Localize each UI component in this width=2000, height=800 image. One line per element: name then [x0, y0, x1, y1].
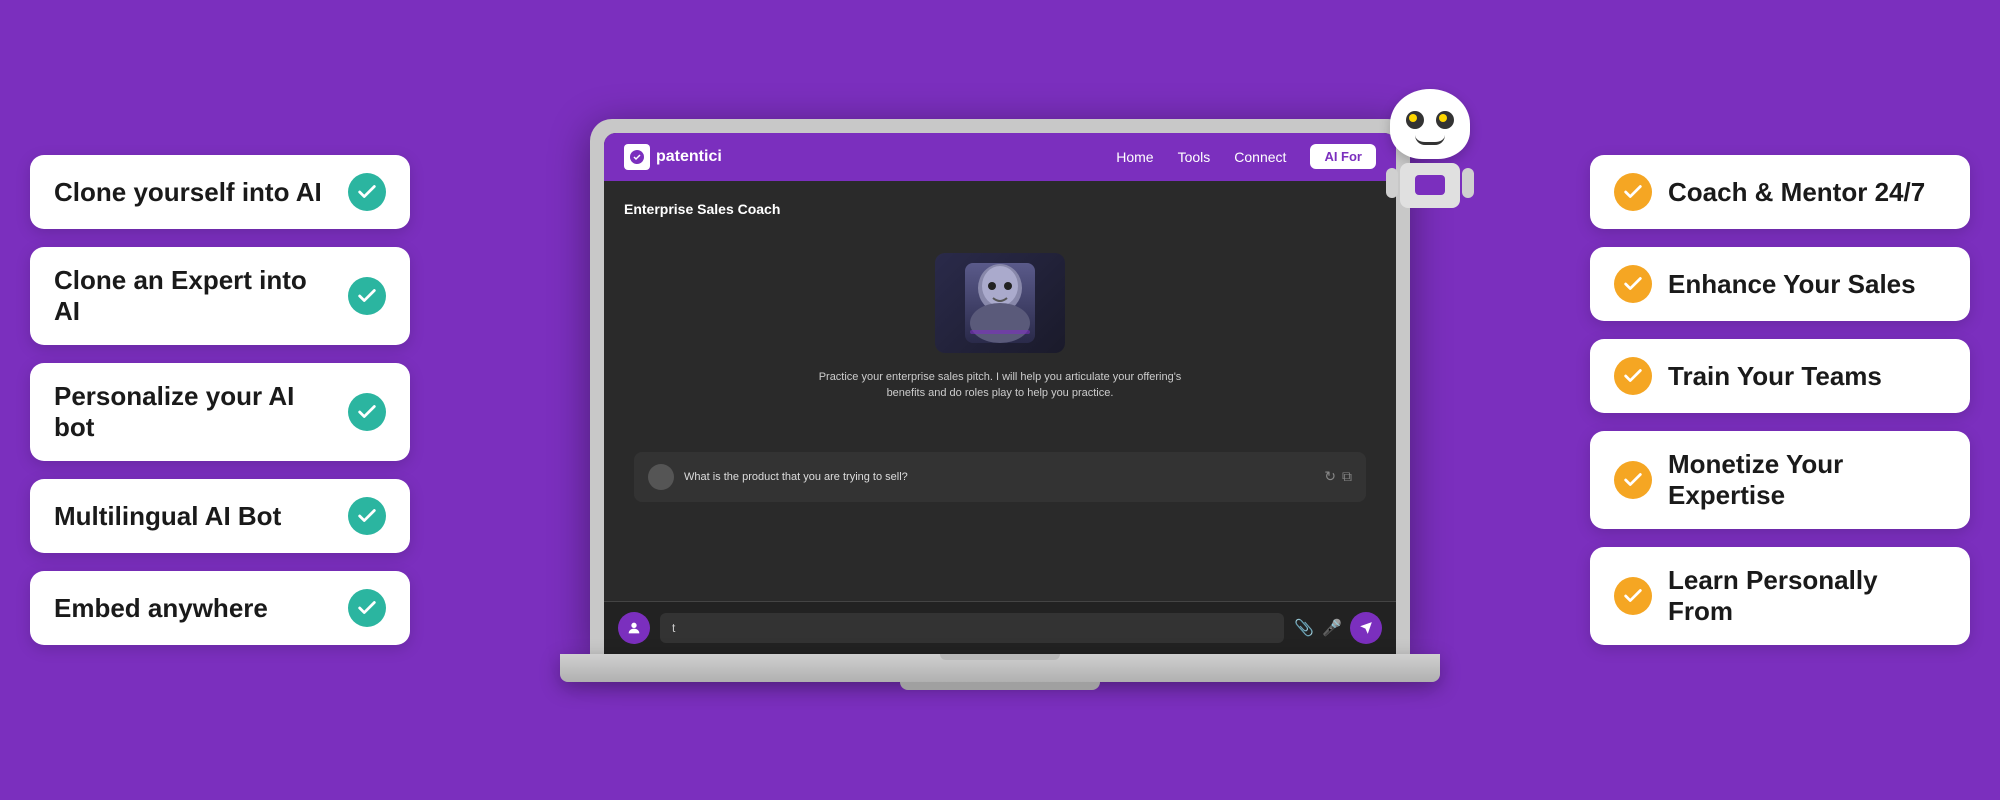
attachment-icon[interactable]: 📎 [1294, 618, 1314, 638]
agent-avatar-svg [960, 258, 1040, 348]
robot-left-eye [1406, 111, 1424, 129]
check-icon-clone-expert [348, 277, 386, 315]
check-icon-clone-yourself [348, 173, 386, 211]
feature-train-teams[interactable]: Train Your Teams [1590, 339, 1970, 413]
logo-icon [624, 144, 650, 170]
laptop-screen-bezel: patentici Home Tools Connect AI For Ente… [604, 133, 1396, 654]
laptop-container: patentici Home Tools Connect AI For Ente… [530, 119, 1470, 682]
feature-label-train-teams: Train Your Teams [1668, 361, 1946, 392]
check-icon-learn-personally [1614, 577, 1652, 615]
check-icon-train-teams [1614, 357, 1652, 395]
robot-head [1390, 89, 1470, 159]
robot-right-eye [1436, 111, 1454, 129]
user-icon [626, 620, 642, 636]
agent-avatar-box [935, 253, 1065, 353]
bottom-input-bar: 📎 🎤 [604, 601, 1396, 654]
check-icon-coach-mentor [1614, 173, 1652, 211]
check-icon-multilingual [348, 497, 386, 535]
logo-text: patentici [656, 148, 722, 166]
check-icon-monetize [1614, 461, 1652, 499]
feature-learn-personally[interactable]: Learn Personally From [1590, 547, 1970, 645]
feature-personalize-bot[interactable]: Personalize your AI bot [30, 363, 410, 461]
check-icon-enhance-sales [1614, 265, 1652, 303]
nav-tools[interactable]: Tools [1178, 149, 1211, 165]
robot-chest [1415, 175, 1445, 195]
app-window: patentici Home Tools Connect AI For Ente… [604, 133, 1396, 654]
feature-multilingual[interactable]: Multilingual AI Bot [30, 479, 410, 553]
robot-left-arm [1386, 168, 1398, 198]
app-header: patentici Home Tools Connect AI For [604, 133, 1396, 181]
app-nav: Home Tools Connect AI For [1116, 144, 1376, 169]
laptop-screen-outer: patentici Home Tools Connect AI For Ente… [590, 119, 1410, 654]
send-button[interactable] [1350, 612, 1382, 644]
laptop-notch [940, 654, 1060, 660]
feature-label-enhance-sales: Enhance Your Sales [1668, 269, 1946, 300]
robot-body [1400, 163, 1460, 208]
qa-text: What is the product that you are trying … [684, 471, 1314, 483]
app-logo: patentici [624, 144, 722, 170]
robot-right-arm [1462, 168, 1474, 198]
check-icon-embed-anywhere [348, 589, 386, 627]
app-content: Enterprise Sales Coach [604, 181, 1396, 601]
agent-avatar-placeholder [935, 253, 1065, 353]
left-feature-list: Clone yourself into AI Clone an Expert i… [30, 155, 410, 645]
chat-area: Practice your enterprise sales pitch. I … [624, 233, 1376, 452]
nav-connect[interactable]: Connect [1234, 149, 1286, 165]
check-icon-personalize-bot [348, 393, 386, 431]
feature-label-clone-yourself: Clone yourself into AI [54, 177, 332, 208]
feature-label-personalize-bot: Personalize your AI bot [54, 381, 332, 443]
right-feature-list: Coach & Mentor 24/7 Enhance Your Sales T… [1590, 155, 1970, 645]
chat-header-title: Enterprise Sales Coach [624, 201, 1376, 217]
microphone-icon[interactable]: 🎤 [1322, 618, 1342, 638]
feature-enhance-sales[interactable]: Enhance Your Sales [1590, 247, 1970, 321]
feature-label-monetize: Monetize Your Expertise [1668, 449, 1946, 511]
feature-embed-anywhere[interactable]: Embed anywhere [30, 571, 410, 645]
feature-label-clone-expert: Clone an Expert into AI [54, 265, 332, 327]
feature-clone-yourself[interactable]: Clone yourself into AI [30, 155, 410, 229]
robot-mascot [1370, 89, 1490, 219]
feature-clone-expert[interactable]: Clone an Expert into AI [30, 247, 410, 345]
qa-avatar [648, 464, 674, 490]
message-input[interactable] [660, 613, 1284, 643]
laptop-base [560, 654, 1440, 682]
refresh-icon[interactable]: ↻ [1324, 468, 1336, 485]
user-avatar-button[interactable] [618, 612, 650, 644]
qa-icons: ↻ ⧉ [1324, 468, 1352, 485]
feature-coach-mentor[interactable]: Coach & Mentor 24/7 [1590, 155, 1970, 229]
bottom-input-actions: 📎 🎤 [1294, 612, 1382, 644]
nav-home[interactable]: Home [1116, 149, 1153, 165]
feature-label-learn-personally: Learn Personally From [1668, 565, 1946, 627]
ai-for-button[interactable]: AI For [1310, 144, 1376, 169]
page-wrapper: Clone yourself into AI Clone an Expert i… [0, 0, 2000, 800]
feature-label-multilingual: Multilingual AI Bot [54, 501, 332, 532]
copy-icon[interactable]: ⧉ [1342, 468, 1352, 485]
robot-smile [1415, 135, 1445, 145]
qa-message-box: What is the product that you are trying … [634, 452, 1366, 502]
chat-description: Practice your enterprise sales pitch. I … [810, 369, 1190, 402]
send-icon [1359, 621, 1373, 635]
feature-label-embed-anywhere: Embed anywhere [54, 593, 332, 624]
feature-label-coach-mentor: Coach & Mentor 24/7 [1668, 177, 1946, 208]
feature-monetize[interactable]: Monetize Your Expertise [1590, 431, 1970, 529]
